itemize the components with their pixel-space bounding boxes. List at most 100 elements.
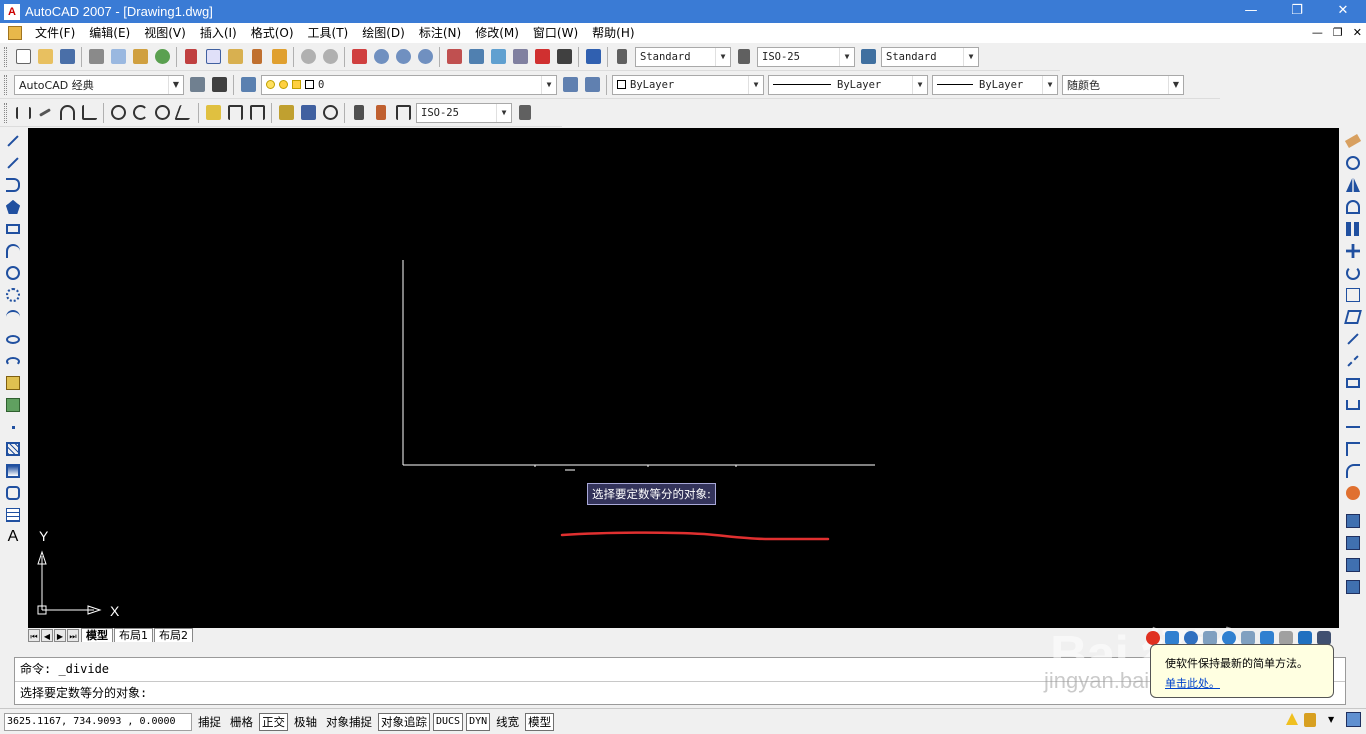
text-style-icon[interactable]	[611, 46, 633, 68]
dimension-edit-icon[interactable]	[348, 102, 370, 124]
layer-properties-icon[interactable]	[237, 74, 259, 96]
toolbox-icon[interactable]	[1317, 631, 1331, 645]
insert-block-icon[interactable]	[2, 372, 24, 394]
balloon-link[interactable]: 单击此处。	[1165, 675, 1327, 691]
draw-order-above-icon[interactable]	[1342, 554, 1364, 576]
trim-icon[interactable]	[1342, 328, 1364, 350]
lineweight-control-select[interactable]: ByLayer ▼	[932, 74, 1058, 95]
plot-preview-icon[interactable]	[107, 46, 129, 68]
paste-icon[interactable]	[224, 46, 246, 68]
make-block-icon[interactable]	[2, 394, 24, 416]
draw-order-front-icon[interactable]	[1342, 510, 1364, 532]
properties-icon[interactable]	[443, 46, 465, 68]
workspace-select[interactable]: AutoCAD 经典 ▼	[14, 74, 184, 95]
doc-minimize-button[interactable]: —	[1312, 23, 1323, 43]
join-icon[interactable]	[1342, 416, 1364, 438]
offset-icon[interactable]	[1342, 196, 1364, 218]
menu-window[interactable]: 窗口(W)	[526, 23, 585, 43]
dim-style-icon[interactable]	[733, 46, 755, 68]
hatch-icon[interactable]	[2, 438, 24, 460]
polygon-icon[interactable]	[2, 196, 24, 218]
revision-cloud-icon[interactable]	[2, 284, 24, 306]
rotate-icon[interactable]	[1342, 262, 1364, 284]
draw-order-under-icon[interactable]	[1342, 576, 1364, 598]
markup-icon[interactable]	[531, 46, 553, 68]
document-icon[interactable]	[8, 26, 22, 40]
match-properties-icon[interactable]	[246, 46, 268, 68]
help-icon[interactable]	[582, 46, 604, 68]
menu-draw[interactable]: 绘图(D)	[355, 23, 412, 43]
otrack-toggle[interactable]: 对象追踪	[378, 712, 430, 731]
coordinate-display[interactable]: 3625.1167, 734.9093 , 0.0000	[4, 712, 192, 731]
extend-icon[interactable]	[1342, 350, 1364, 372]
menu-insert[interactable]: 插入(I)	[193, 23, 244, 43]
copy-icon[interactable]	[202, 46, 224, 68]
drawing-canvas[interactable]: Y X 选择要定数等分的对象:	[28, 128, 1339, 628]
table-icon[interactable]	[2, 504, 24, 526]
skin-icon[interactable]	[1298, 631, 1312, 645]
array-icon[interactable]	[1342, 218, 1364, 240]
toolbar-grip[interactable]	[4, 46, 7, 67]
undo-icon[interactable]	[297, 46, 319, 68]
menu-format[interactable]: 格式(O)	[244, 23, 301, 43]
toolbar-grip[interactable]	[4, 102, 7, 123]
cut-icon[interactable]	[180, 46, 202, 68]
user-icon[interactable]	[1279, 631, 1293, 645]
zoom-window-icon[interactable]	[392, 46, 414, 68]
print-icon[interactable]	[85, 46, 107, 68]
new-icon[interactable]	[12, 46, 34, 68]
3d-dwf-icon[interactable]	[151, 46, 173, 68]
construction-line-icon[interactable]	[2, 152, 24, 174]
doc-close-button[interactable]: ✕	[1353, 23, 1362, 43]
polar-toggle[interactable]: 极轴	[291, 713, 320, 731]
prev-tab-button[interactable]: ◀	[41, 628, 53, 642]
command-window[interactable]: 命令: _divide 选择要定数等分的对象:	[14, 657, 1346, 705]
redo-icon[interactable]	[319, 46, 341, 68]
center-mark-icon[interactable]	[319, 102, 341, 124]
stretch-icon[interactable]	[1342, 306, 1364, 328]
menu-tools[interactable]: 工具(T)	[301, 23, 356, 43]
tool-palettes-icon[interactable]	[487, 46, 509, 68]
gradient-icon[interactable]	[2, 460, 24, 482]
table-style-select[interactable]: Standard ▼	[881, 46, 979, 67]
dimension-text-edit-icon[interactable]	[370, 102, 392, 124]
line-icon[interactable]	[2, 130, 24, 152]
tab-layout1[interactable]: 布局1	[114, 628, 153, 642]
menu-modify[interactable]: 修改(M)	[468, 23, 526, 43]
ducs-toggle[interactable]: DUCS	[433, 712, 464, 731]
command-prompt-line[interactable]: 选择要定数等分的对象:	[15, 681, 1345, 704]
design-center-icon[interactable]	[465, 46, 487, 68]
quick-leader-icon[interactable]	[275, 102, 297, 124]
voice-icon[interactable]	[1241, 631, 1255, 645]
diameter-dimension-icon[interactable]	[151, 102, 173, 124]
pan-icon[interactable]	[348, 46, 370, 68]
baseline-dimension-icon[interactable]	[224, 102, 246, 124]
layer-previous-icon[interactable]	[581, 74, 603, 96]
menu-view[interactable]: 视图(V)	[137, 23, 193, 43]
calculator-icon[interactable]	[553, 46, 575, 68]
aligned-dimension-icon[interactable]	[34, 102, 56, 124]
grid-toggle[interactable]: 栅格	[227, 713, 256, 731]
open-icon[interactable]	[34, 46, 56, 68]
chamfer-icon[interactable]	[1342, 438, 1364, 460]
ordinate-dimension-icon[interactable]	[78, 102, 100, 124]
circle-icon[interactable]	[2, 262, 24, 284]
model-toggle[interactable]: 模型	[525, 712, 555, 731]
my-workspace-icon[interactable]	[208, 74, 230, 96]
plot-style-select[interactable]: 随颜色 ▼	[1062, 74, 1184, 95]
maximize-button[interactable]: ❐	[1274, 0, 1320, 23]
scale-icon[interactable]	[1342, 284, 1364, 306]
layer-select[interactable]: 0 ▼	[261, 74, 557, 95]
ime-mode-icon[interactable]	[1165, 631, 1179, 645]
rectangle-icon[interactable]	[2, 218, 24, 240]
dyn-toggle[interactable]: DYN	[466, 712, 491, 731]
erase-icon[interactable]	[1342, 130, 1364, 152]
dim-style-select[interactable]: ISO-25 ▼	[757, 46, 855, 67]
break-icon[interactable]	[1342, 394, 1364, 416]
tab-model[interactable]: 模型	[81, 628, 113, 642]
next-tab-button[interactable]: ▶	[54, 628, 66, 642]
warning-icon[interactable]	[1286, 713, 1298, 725]
osnap-toggle[interactable]: 对象捕捉	[323, 713, 375, 731]
dimension-style-icon[interactable]	[514, 102, 536, 124]
ellipse-arc-icon[interactable]	[2, 350, 24, 372]
